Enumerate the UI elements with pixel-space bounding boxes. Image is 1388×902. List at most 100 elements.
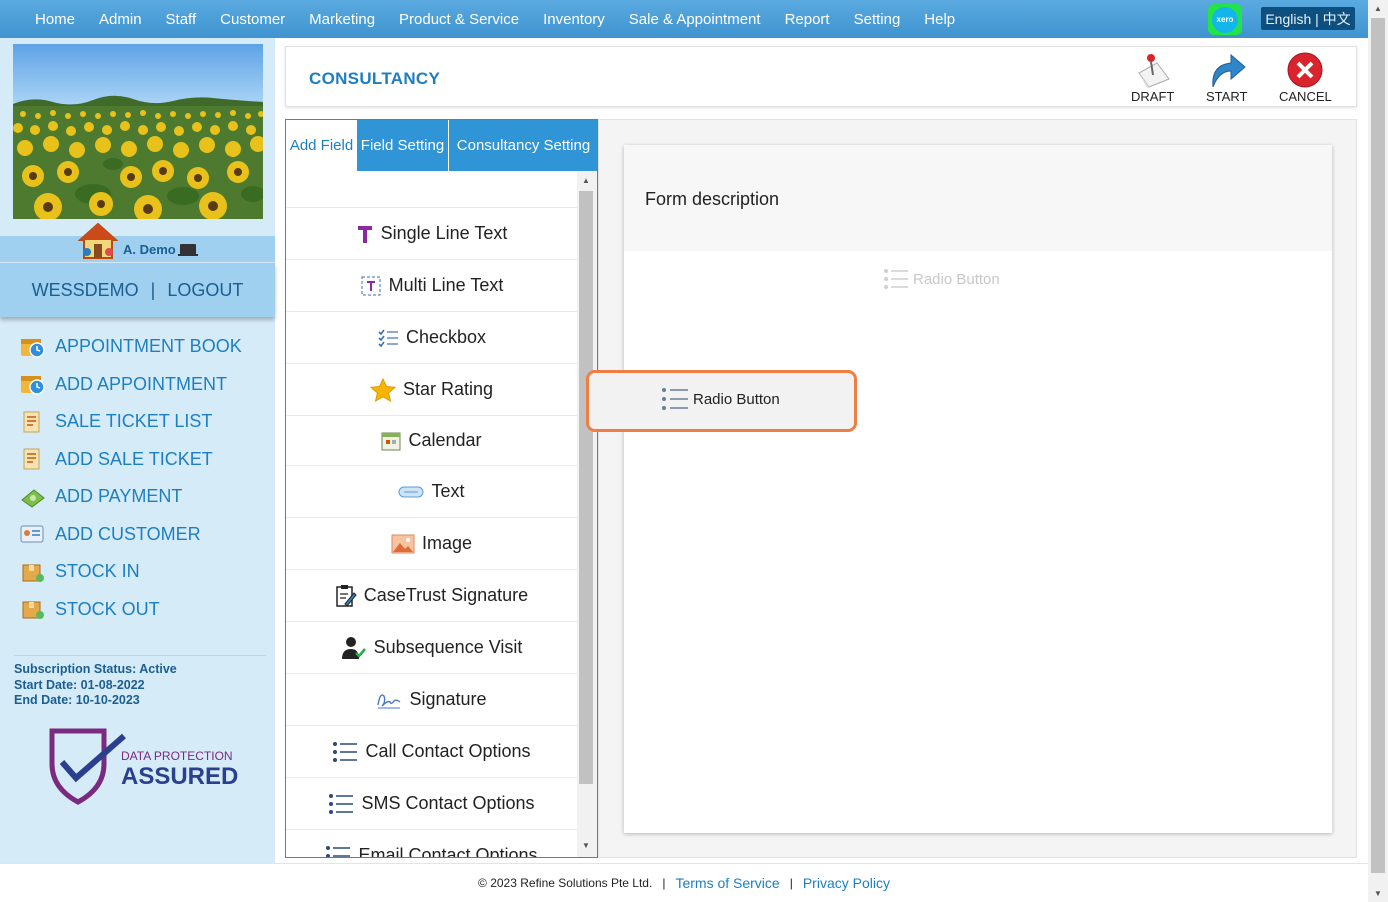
calendar-clock-icon — [20, 373, 46, 395]
nav-sale-appointment[interactable]: Sale & Appointment — [629, 11, 761, 28]
draft-button[interactable]: DRAFT — [1131, 51, 1174, 104]
field-email-contact-options[interactable]: Email Contact Options — [286, 830, 577, 857]
nav-inventory[interactable]: Inventory — [543, 11, 605, 28]
user-check-icon — [341, 636, 367, 660]
page-scrollbar[interactable]: ▲ ▼ — [1368, 0, 1388, 902]
data-protection-badge: DATA PROTECTION ASSURED — [48, 728, 238, 808]
cancel-button[interactable]: CANCEL — [1279, 51, 1332, 104]
tab-consultancy-setting[interactable]: Consultancy Setting — [449, 120, 597, 171]
scroll-up-arrow-icon[interactable]: ▲ — [577, 173, 595, 189]
scroll-down-arrow-icon[interactable]: ▼ — [577, 838, 595, 854]
footer-separator: | — [789, 876, 793, 890]
tab-field-setting[interactable]: Field Setting — [357, 120, 449, 171]
scroll-down-arrow-icon[interactable]: ▼ — [1368, 885, 1388, 902]
field-signature[interactable]: Signature — [286, 674, 577, 726]
text-t-icon — [356, 223, 374, 245]
field-casetrust-signature[interactable]: CaseTrust Signature — [286, 570, 577, 622]
nav-setting[interactable]: Setting — [854, 11, 901, 28]
field-call-contact-options[interactable]: Call Contact Options — [286, 726, 577, 778]
drop-placeholder-radio-button: Radio Button — [883, 267, 1000, 291]
field-list-spacer — [286, 171, 577, 208]
language-switcher[interactable]: English | 中文 — [1261, 7, 1355, 30]
user-row: A. Demo — [0, 222, 275, 262]
cancel-label: CANCEL — [1279, 89, 1332, 104]
list-icon — [662, 388, 688, 410]
image-icon — [391, 534, 415, 554]
list-icon — [332, 740, 358, 764]
field-list: Single Line Text Multi Line Text Checkbo… — [286, 171, 577, 857]
receipt-icon — [20, 411, 46, 433]
account-link[interactable]: WESSDEMO — [32, 280, 139, 301]
star-icon — [369, 377, 396, 402]
menu-item-add-appointment[interactable]: ADD APPOINTMENT — [0, 366, 275, 404]
draft-label: DRAFT — [1131, 89, 1175, 104]
receipt-icon — [20, 448, 46, 470]
copyright-text: © 2023 Refine Solutions Pte Ltd. — [478, 876, 653, 890]
calendar-icon — [381, 431, 401, 451]
sunflower-field-photo — [13, 44, 263, 219]
page-header: CONSULTANCY DRAFT START CANCEL — [285, 46, 1357, 107]
field-text[interactable]: Text — [286, 466, 577, 518]
draft-pin-icon — [1137, 54, 1170, 88]
field-checkbox[interactable]: Checkbox — [286, 312, 577, 364]
user-name[interactable]: A. Demo — [123, 242, 176, 257]
menu-item-stock-in[interactable]: STOCK IN — [0, 553, 275, 591]
start-button[interactable]: START — [1206, 51, 1247, 104]
terms-link[interactable]: Terms of Service — [675, 875, 779, 891]
home-user-icon — [77, 222, 119, 260]
top-navigation-bar: Home Admin Staff Customer Marketing Prod… — [0, 0, 1368, 38]
dragged-radio-button-field[interactable]: Radio Button — [586, 370, 857, 432]
menu-item-add-customer[interactable]: ADD CUSTOMER — [0, 516, 275, 554]
field-list-scrollbar[interactable]: ▲ ▼ — [577, 171, 597, 857]
subscription-status: Subscription Status: Active — [14, 662, 177, 676]
scroll-up-arrow-icon[interactable]: ▲ — [1368, 0, 1388, 17]
nav-help[interactable]: Help — [924, 11, 955, 28]
field-single-line-text[interactable]: Single Line Text — [286, 208, 577, 260]
nav-admin[interactable]: Admin — [99, 11, 142, 28]
menu-item-sale-ticket-list[interactable]: SALE TICKET LIST — [0, 403, 275, 441]
field-multi-line-text[interactable]: Multi Line Text — [286, 260, 577, 312]
tab-add-field[interactable]: Add Field — [286, 120, 357, 171]
menu-item-add-payment[interactable]: ADD PAYMENT — [0, 478, 275, 516]
subscription-info: Subscription Status: Active Start Date: … — [14, 655, 266, 709]
badge-line1: DATA PROTECTION — [121, 749, 233, 763]
nav-report[interactable]: Report — [785, 11, 830, 28]
dragged-radio-button-content: Radio Button — [661, 386, 780, 412]
menu-item-appointment-book[interactable]: APPOINTMENT BOOK — [0, 328, 275, 366]
calendar-clock-icon — [20, 336, 46, 358]
list-icon — [325, 844, 351, 857]
customer-card-icon — [20, 523, 46, 545]
subscription-end-date: End Date: 10-10-2023 — [14, 693, 140, 707]
nav-customer[interactable]: Customer — [220, 11, 285, 28]
menu-item-stock-out[interactable]: STOCK OUT — [0, 591, 275, 629]
start-arrow-icon — [1212, 53, 1246, 88]
nav-staff[interactable]: Staff — [166, 11, 197, 28]
field-sms-contact-options[interactable]: SMS Contact Options — [286, 778, 577, 830]
sidebar: A. Demo WESSDEMO | LOGOUT APPOINTMENT BO… — [0, 38, 275, 863]
form-description-text: Form description — [645, 189, 780, 209]
logout-link[interactable]: LOGOUT — [167, 280, 243, 301]
start-label: START — [1206, 89, 1248, 104]
menu-item-add-sale-ticket[interactable]: ADD SALE TICKET — [0, 441, 275, 479]
page-scrollbar-thumb[interactable] — [1371, 18, 1385, 873]
page-title: CONSULTANCY — [309, 69, 441, 88]
field-palette-panel: Add Field Field Setting Consultancy Sett… — [285, 119, 598, 858]
field-list-scrollbar-thumb[interactable] — [579, 191, 593, 784]
nav-product-service[interactable]: Product & Service — [399, 11, 519, 28]
field-subsequence-visit[interactable]: Subsequence Visit — [286, 622, 577, 674]
panel-tabs: Add Field Field Setting Consultancy Sett… — [286, 120, 597, 171]
account-bar: WESSDEMO | LOGOUT — [0, 263, 275, 317]
page-footer: © 2023 Refine Solutions Pte Ltd. | Terms… — [0, 863, 1368, 902]
privacy-link[interactable]: Privacy Policy — [803, 875, 890, 891]
field-calendar[interactable]: Calendar — [286, 416, 577, 466]
nav-home[interactable]: Home — [35, 11, 75, 28]
field-star-rating[interactable]: Star Rating — [286, 364, 577, 416]
badge-line2: ASSURED — [121, 763, 238, 790]
form-card: Form description Radio Button — [624, 145, 1332, 833]
field-image[interactable]: Image — [286, 518, 577, 570]
text-box-icon — [360, 275, 382, 297]
money-icon — [20, 486, 46, 508]
xero-button[interactable]: xero — [1208, 4, 1242, 35]
nav-marketing[interactable]: Marketing — [309, 11, 375, 28]
form-description-area[interactable]: Form description — [624, 145, 1332, 251]
